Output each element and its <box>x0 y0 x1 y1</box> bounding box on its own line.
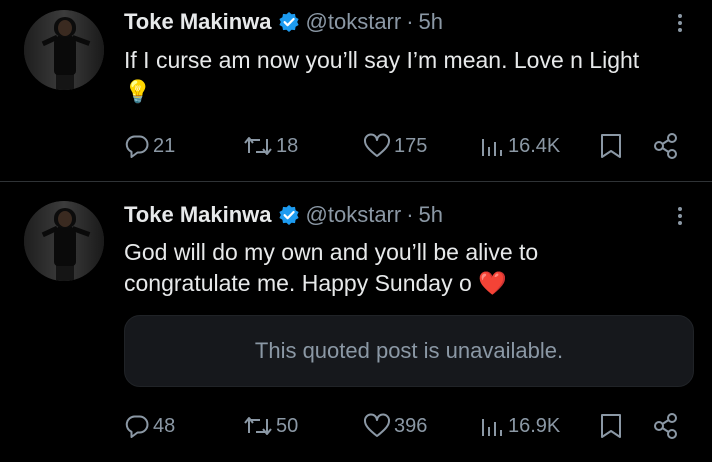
views-button[interactable]: 16.9K <box>479 409 560 443</box>
reply-count: 48 <box>153 414 176 437</box>
avatar-face <box>58 211 72 227</box>
post-2[interactable]: Toke Makinwa @tokstarr · 5h God will do … <box>0 183 712 462</box>
repost-count: 18 <box>276 134 299 157</box>
post-header: Toke Makinwa @tokstarr · 5h <box>124 8 443 36</box>
action-bar: 48 50 396 16.9K <box>0 409 712 443</box>
repost-count: 50 <box>276 414 299 437</box>
heart-icon <box>364 133 390 157</box>
lightbulb-emoji: 💡 <box>124 79 152 104</box>
bookmark-icon <box>601 134 621 158</box>
repost-arrows-icon <box>244 137 272 155</box>
repost-button[interactable]: 18 <box>243 129 298 163</box>
share-button[interactable] <box>652 129 680 163</box>
views-bar-chart-icon <box>482 419 502 436</box>
reply-bubble-icon <box>125 135 149 158</box>
more-options-icon[interactable] <box>668 11 692 39</box>
like-button[interactable]: 396 <box>363 409 427 443</box>
reply-count: 21 <box>153 134 176 157</box>
quoted-post-unavailable: This quoted post is unavailable. <box>124 315 694 387</box>
views-count: 16.4K <box>508 134 561 157</box>
like-count: 175 <box>394 134 428 157</box>
bookmark-button[interactable] <box>598 129 624 163</box>
avatar-body <box>54 226 76 266</box>
author-handle[interactable]: @tokstarr <box>306 9 402 35</box>
verified-badge-icon <box>278 205 299 225</box>
red-heart-emoji: ❤️ <box>478 270 507 296</box>
action-bar: 21 18 175 16.4K <box>0 129 712 163</box>
post-text-line: congratulate me. Happy Sunday o ❤️ <box>124 268 704 299</box>
post-text-line-2: congratulate me. Happy Sunday o <box>124 270 472 296</box>
share-button[interactable] <box>652 409 680 443</box>
share-icon <box>654 413 677 439</box>
more-options-icon[interactable] <box>668 204 692 232</box>
avatar-face <box>58 20 72 36</box>
post-text: God will do my own and you’ll be alive t… <box>124 237 704 299</box>
bookmark-icon <box>601 414 621 438</box>
author-name[interactable]: Toke Makinwa <box>124 202 272 228</box>
like-count: 396 <box>394 414 428 437</box>
share-icon <box>654 133 677 159</box>
views-button[interactable]: 16.4K <box>479 129 560 163</box>
post-text-line: If I curse am now you’ll say I’m mean. L… <box>124 47 640 73</box>
header-separator: · <box>406 202 414 227</box>
post-timestamp[interactable]: 5h <box>419 202 443 228</box>
post-header: Toke Makinwa @tokstarr · 5h <box>124 201 443 229</box>
author-handle[interactable]: @tokstarr <box>306 202 402 228</box>
bookmark-button[interactable] <box>598 409 624 443</box>
quote-unavailable-text: This quoted post is unavailable. <box>254 338 564 363</box>
author-avatar[interactable] <box>24 201 104 281</box>
like-button[interactable]: 175 <box>363 129 427 163</box>
author-avatar[interactable] <box>24 10 104 90</box>
header-separator: · <box>406 9 414 34</box>
post-text: If I curse am now you’ll say I’m mean. L… <box>124 45 704 107</box>
reply-button[interactable]: 48 <box>124 409 175 443</box>
post-divider <box>0 181 712 182</box>
post-text-line: God will do my own and you’ll be alive t… <box>124 239 539 265</box>
verified-badge-icon <box>278 12 299 32</box>
avatar-body <box>54 35 76 75</box>
reply-bubble-icon <box>125 415 149 438</box>
post-timestamp[interactable]: 5h <box>419 9 443 35</box>
views-count: 16.9K <box>508 414 561 437</box>
views-bar-chart-icon <box>482 139 502 156</box>
author-name[interactable]: Toke Makinwa <box>124 9 272 35</box>
repost-button[interactable]: 50 <box>243 409 298 443</box>
heart-icon <box>364 413 390 437</box>
post-1[interactable]: Toke Makinwa @tokstarr · 5h If I curse a… <box>0 0 712 182</box>
reply-button[interactable]: 21 <box>124 129 175 163</box>
repost-arrows-icon <box>244 417 272 435</box>
